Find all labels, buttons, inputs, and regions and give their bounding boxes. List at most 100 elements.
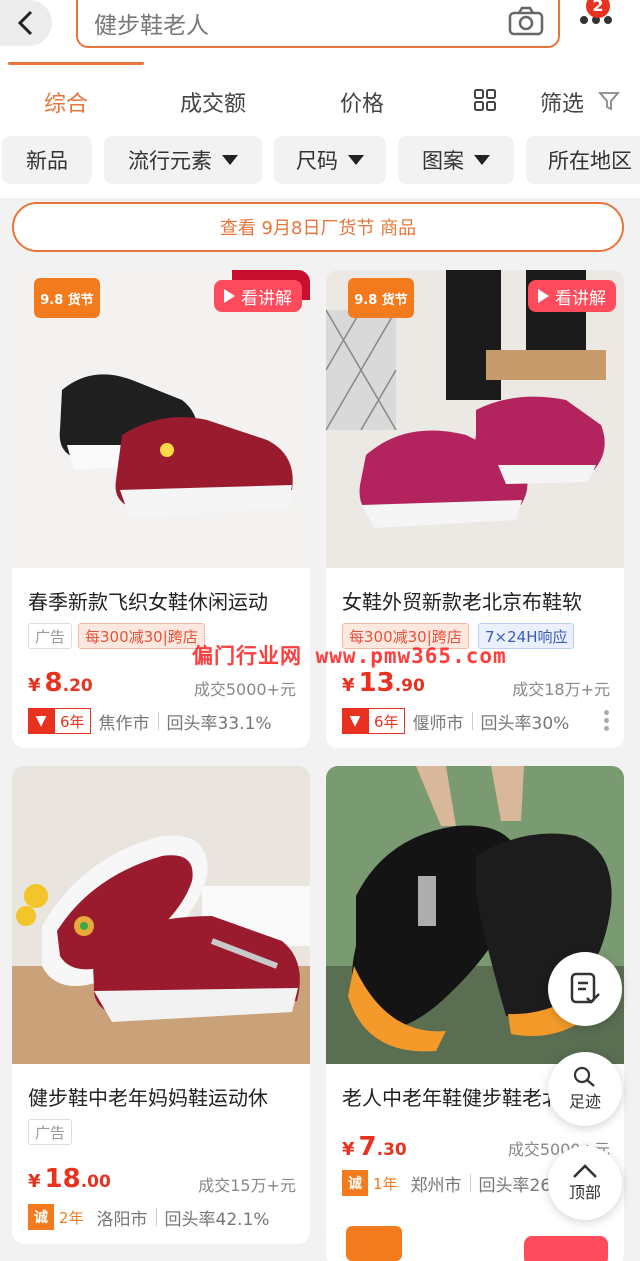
price-int: 18 <box>44 1164 81 1194</box>
price: ¥ 13 .90 <box>342 668 425 698</box>
video-label: 看讲解 <box>555 288 606 309</box>
price-dec: .00 <box>80 1172 111 1192</box>
chevron-down-icon <box>474 155 490 165</box>
price: ¥ 18 .00 <box>28 1164 111 1194</box>
divider <box>469 1174 471 1192</box>
repeat-rate: 回头率42.1% <box>164 1209 270 1230</box>
sort-bar: 综合 成交额 价格 筛选 <box>0 62 640 132</box>
tab-sales[interactable]: 成交额 <box>180 86 246 118</box>
chip-label: 图案 <box>422 149 464 173</box>
price-int: 8 <box>44 668 63 698</box>
seller-city: 郑州市 <box>410 1175 462 1196</box>
festival-banner[interactable]: 查看 9月8日厂货节 商品 <box>12 202 624 252</box>
ad-tag: 广告 <box>28 1119 73 1145</box>
video-label: 看讲解 <box>241 288 292 309</box>
seller-info: 诚 2年 洛阳市 回头率42.1% <box>28 1204 270 1230</box>
divider <box>155 1208 157 1226</box>
video-button[interactable]: 看讲解 <box>214 280 302 312</box>
product-card[interactable]: 健步鞋中老年妈妈鞋运动休 广告 ¥ 18 .00 成交15万+元 诚 2年 洛阳… <box>12 766 310 1244</box>
price-dec: .90 <box>394 676 425 696</box>
camera-icon[interactable] <box>508 6 544 36</box>
chevron-down-icon <box>222 155 238 165</box>
seller-info: ▼ 6年 焦作市 回头率33.1% <box>28 708 272 734</box>
repeat-rate: 回头率30% <box>480 713 570 734</box>
cheng-icon: 诚 <box>28 1204 54 1230</box>
product-title: 女鞋外贸新款老北京布鞋软 <box>342 590 582 614</box>
seller-city: 焦作市 <box>98 713 150 734</box>
footprint-button[interactable]: 足迹 <box>548 1052 622 1126</box>
currency-symbol: ¥ <box>28 1171 41 1192</box>
seller-badge: 诚 1年 <box>342 1170 403 1196</box>
product-title: 健步鞋中老年妈妈鞋运动休 <box>28 1086 268 1110</box>
chevron-down-icon <box>348 155 364 165</box>
checklist-icon <box>570 972 600 1004</box>
scroll-top-button[interactable]: 顶部 <box>548 1146 622 1220</box>
seller-years: 6年 <box>54 708 91 734</box>
search-input[interactable]: 健步鞋老人 <box>76 0 560 48</box>
currency-symbol: ¥ <box>342 1139 355 1160</box>
chip-size[interactable]: 尺码 <box>274 136 386 184</box>
currency-symbol: ¥ <box>28 675 41 696</box>
price-int: 13 <box>358 668 395 698</box>
footprint-icon <box>573 1066 595 1087</box>
video-button[interactable] <box>524 1236 608 1261</box>
tab-comprehensive[interactable]: 综合 <box>44 86 88 118</box>
price-dec: .20 <box>62 676 93 696</box>
more-options-icon[interactable] <box>604 710 610 731</box>
chip-label: 新品 <box>26 149 68 173</box>
product-image <box>12 766 310 1064</box>
festival-tag: 9.8 货节 <box>348 278 414 318</box>
seller-years: 6年 <box>368 708 405 734</box>
repeat-rate: 回头率33.1% <box>166 713 272 734</box>
play-icon <box>538 289 549 303</box>
price-dec: .30 <box>376 1140 407 1160</box>
chip-style[interactable]: 流行元素 <box>104 136 262 184</box>
grid-view-icon[interactable] <box>474 89 496 111</box>
seller-years: 2年 <box>59 1208 84 1227</box>
arrow-up-icon <box>573 1164 597 1178</box>
seller-info: ▼ 6年 偃师市 回头率30% <box>342 708 569 734</box>
sort-indicator <box>8 62 144 65</box>
seller-years: 1年 <box>373 1174 398 1193</box>
play-icon <box>224 289 235 303</box>
product-card[interactable]: 9.8 货节 看讲解 春季新款飞织女鞋休闲运动 广告 每300减30|跨店 ¥ … <box>12 270 310 748</box>
chip-new[interactable]: 新品 <box>2 136 92 184</box>
cheng-icon: 诚 <box>342 1170 368 1196</box>
checklist-button[interactable] <box>548 952 622 1026</box>
festival-tag <box>346 1226 402 1261</box>
seller-badge: 诚 2年 <box>28 1204 89 1230</box>
filter-button[interactable]: 筛选 <box>540 86 584 118</box>
tab-price[interactable]: 价格 <box>340 86 384 118</box>
promo-tag: 每300减30|跨店 <box>78 623 205 649</box>
deal-volume: 成交15万+元 <box>198 1176 296 1195</box>
filter-icon[interactable] <box>598 90 620 112</box>
chip-pattern[interactable]: 图案 <box>398 136 514 184</box>
top-bar: 健步鞋老人 2 <box>0 0 640 62</box>
watermark: 偏门行业网 www.pmw365.com <box>192 644 507 668</box>
more-button[interactable]: 2 <box>576 0 626 46</box>
product-card-partial[interactable] <box>326 1226 624 1261</box>
search-query: 健步鞋老人 <box>94 13 209 39</box>
divider <box>471 712 473 730</box>
deal-volume: 成交18万+元 <box>512 680 610 699</box>
deal-volume: 成交5000+元 <box>193 680 296 699</box>
ad-tag: 广告 <box>28 623 73 649</box>
back-button[interactable] <box>0 0 52 46</box>
top-label: 顶部 <box>568 1183 601 1202</box>
product-card[interactable]: 9.8 货节 看讲解 女鞋外贸新款老北京布鞋软 每300减30|跨店 7×24H… <box>326 270 624 748</box>
seller-badge: ▼ 6年 <box>28 708 91 734</box>
divider <box>157 712 159 730</box>
seller-city: 洛阳市 <box>96 1209 148 1230</box>
video-button[interactable]: 看讲解 <box>528 280 616 312</box>
footprint-label: 足迹 <box>568 1092 601 1111</box>
price: ¥ 8 .20 <box>28 668 93 698</box>
price: ¥ 7 .30 <box>342 1132 407 1162</box>
tmall-icon: ▼ <box>342 708 368 734</box>
chip-region[interactable]: 所在地区 <box>526 136 640 184</box>
product-image: 9.8 货节 看讲解 <box>12 270 310 568</box>
seller-city: 偃师市 <box>412 713 464 734</box>
tmall-icon: ▼ <box>28 708 54 734</box>
back-icon <box>17 10 33 36</box>
chip-label: 流行元素 <box>128 149 212 173</box>
chip-label: 尺码 <box>296 149 338 173</box>
